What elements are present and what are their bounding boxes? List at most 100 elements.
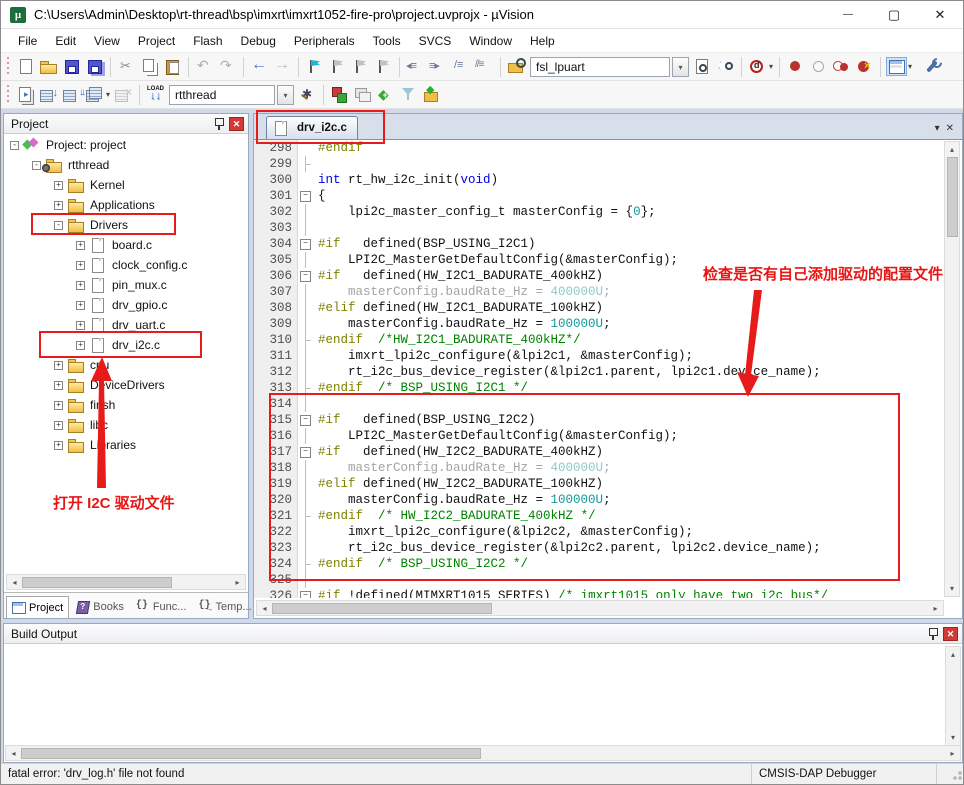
line-number[interactable]: 303 — [254, 220, 298, 236]
open-file-icon[interactable] — [39, 58, 58, 75]
line-number[interactable]: 302 — [254, 204, 298, 220]
disable-all-breakpoints-icon[interactable] — [832, 58, 851, 75]
navigate-forward-icon[interactable] — [273, 58, 292, 75]
indent-icon[interactable] — [429, 58, 448, 75]
tree-item-kernel[interactable]: +Kernel — [4, 175, 248, 195]
maximize-button[interactable] — [871, 1, 917, 28]
line-number[interactable]: 322 — [254, 524, 298, 540]
line-number[interactable]: 319 — [254, 476, 298, 492]
comment-selection-icon[interactable] — [452, 58, 471, 75]
line-number[interactable]: 312 — [254, 364, 298, 380]
scroll-thumb[interactable] — [22, 577, 172, 588]
workspace-tab-temp[interactable]: Temp... — [193, 596, 256, 618]
search-combo-dropdown[interactable]: ▾ — [672, 57, 689, 77]
expand-icon[interactable]: + — [76, 281, 85, 290]
tree-item-pin-mux-c[interactable]: +pin_mux.c — [4, 275, 248, 295]
scroll-left-icon[interactable]: ◂ — [6, 746, 21, 760]
clear-bookmarks-icon[interactable] — [374, 58, 393, 75]
toggle-breakpoint-icon[interactable] — [786, 58, 805, 75]
menu-peripherals[interactable]: Peripherals — [285, 31, 364, 51]
code-line-314[interactable]: 314 — [254, 396, 944, 412]
scroll-up-icon[interactable]: ▴ — [946, 647, 960, 662]
code-line-326[interactable]: 326#if !defined(MIMXRT1015_SERIES) /* im… — [254, 588, 944, 598]
window-layout-dropdown[interactable]: ▾ — [908, 62, 912, 71]
tab-list-dropdown-icon[interactable] — [935, 123, 940, 134]
project-panel-close-icon[interactable] — [229, 117, 244, 131]
tree-item-drivers[interactable]: -Drivers — [4, 215, 248, 235]
kill-all-breakpoints-icon[interactable] — [855, 58, 874, 75]
scroll-left-icon[interactable]: ◂ — [7, 575, 22, 589]
menu-tools[interactable]: Tools — [364, 31, 410, 51]
line-number[interactable]: 310 — [254, 332, 298, 348]
menu-window[interactable]: Window — [460, 31, 521, 51]
previous-bookmark-icon[interactable] — [328, 58, 347, 75]
scroll-right-icon[interactable]: ▸ — [928, 601, 943, 615]
expand-icon[interactable]: + — [76, 301, 85, 310]
save-icon[interactable] — [62, 58, 81, 75]
menu-debug[interactable]: Debug — [232, 31, 285, 51]
code-line-309[interactable]: 309 masterConfig.baudRate_Hz = 100000U; — [254, 316, 944, 332]
line-number[interactable]: 311 — [254, 348, 298, 364]
expand-icon[interactable]: + — [76, 261, 85, 270]
code-line-299[interactable]: 299 — [254, 156, 944, 172]
workspace-tab-project[interactable]: Project — [6, 596, 69, 618]
editor-tab-drv-i2c[interactable]: drv_i2c.c — [266, 116, 358, 139]
redo-icon[interactable] — [218, 58, 237, 75]
code-line-322[interactable]: 322 imxrt_lpi2c_configure(&lpi2c2, &mast… — [254, 524, 944, 540]
workspace-tab-func[interactable]: Func... — [131, 596, 192, 618]
target-combo[interactable]: rtthread — [169, 85, 275, 105]
editor-vertical-scrollbar[interactable]: ▴ ▾ — [944, 141, 960, 597]
batch-build-icon[interactable] — [85, 86, 104, 103]
code-line-310[interactable]: 310#endif /*HW_I2C1_BADURATE_400kHZ*/ — [254, 332, 944, 348]
toolbar-drag-handle[interactable] — [6, 57, 11, 77]
tree-item-project-project[interactable]: -Project: project — [4, 135, 248, 155]
build-output-content[interactable] — [4, 645, 944, 744]
unindent-icon[interactable] — [406, 58, 425, 75]
collapse-icon[interactable]: - — [10, 141, 19, 150]
line-number[interactable]: 300 — [254, 172, 298, 188]
scroll-right-icon[interactable]: ▸ — [230, 575, 245, 589]
code-line-319[interactable]: 319#elif defined(HW_I2C2_BADURATE_100kHZ… — [254, 476, 944, 492]
tree-item-finsh[interactable]: +finsh — [4, 395, 248, 415]
pin-icon[interactable] — [213, 117, 225, 131]
close-document-icon[interactable] — [946, 123, 954, 134]
line-number[interactable]: 299 — [254, 156, 298, 172]
scroll-thumb[interactable] — [272, 603, 492, 614]
code-line-323[interactable]: 323 rt_i2c_bus_device_register(&lpi2c2.p… — [254, 540, 944, 556]
expand-icon[interactable]: + — [54, 441, 63, 450]
disable-breakpoint-icon[interactable] — [809, 58, 828, 75]
window-layout-icon[interactable] — [887, 58, 906, 75]
menu-view[interactable]: View — [85, 31, 129, 51]
line-number[interactable]: 326 — [254, 588, 298, 598]
fold-collapse-icon[interactable] — [298, 188, 314, 204]
menu-flash[interactable]: Flash — [184, 31, 231, 51]
target-combo-dropdown[interactable]: ▾ — [277, 85, 294, 105]
rebuild-all-icon[interactable] — [62, 86, 81, 103]
tree-item-applications[interactable]: +Applications — [4, 195, 248, 215]
next-bookmark-icon[interactable] — [351, 58, 370, 75]
new-file-icon[interactable] — [16, 58, 35, 75]
expand-icon[interactable]: + — [54, 201, 63, 210]
fold-collapse-icon[interactable] — [298, 236, 314, 252]
code-line-303[interactable]: 303 — [254, 220, 944, 236]
editor-horizontal-scrollbar[interactable]: ◂ ▸ — [256, 600, 944, 616]
line-number[interactable]: 316 — [254, 428, 298, 444]
line-number[interactable]: 308 — [254, 300, 298, 316]
insert-bookmark-icon[interactable] — [305, 58, 324, 75]
expand-icon[interactable]: + — [76, 341, 85, 350]
copy-icon[interactable] — [140, 58, 159, 75]
toolbar-drag-handle[interactable] — [6, 85, 11, 105]
line-number[interactable]: 318 — [254, 460, 298, 476]
scroll-down-icon[interactable]: ▾ — [946, 730, 960, 745]
line-number[interactable]: 298 — [254, 140, 298, 156]
fold-collapse-icon[interactable] — [298, 412, 314, 428]
scroll-down-icon[interactable]: ▾ — [945, 581, 959, 596]
line-number[interactable]: 314 — [254, 396, 298, 412]
line-number[interactable]: 304 — [254, 236, 298, 252]
code-line-307[interactable]: 307 masterConfig.baudRate_Hz = 400000U; — [254, 284, 944, 300]
find-icon[interactable] — [716, 58, 735, 75]
code-line-312[interactable]: 312 rt_i2c_bus_device_register(&lpi2c1.p… — [254, 364, 944, 380]
options-for-target-icon[interactable] — [330, 86, 349, 103]
line-number[interactable]: 317 — [254, 444, 298, 460]
expand-icon[interactable]: + — [54, 181, 63, 190]
